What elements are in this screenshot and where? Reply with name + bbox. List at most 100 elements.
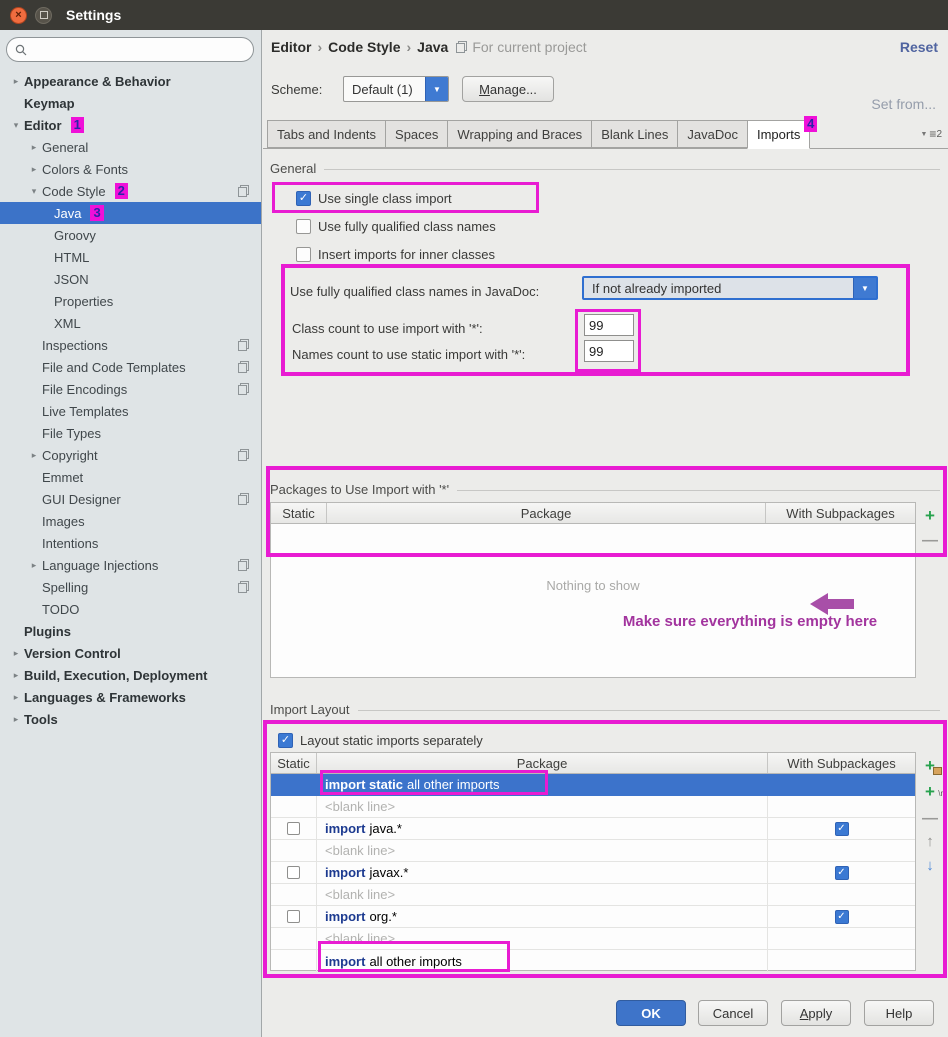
help-button[interactable]: Help <box>864 1000 934 1026</box>
remove-row-button[interactable]: — <box>920 810 940 828</box>
right-arrow-icon[interactable]: ▸ <box>10 714 22 725</box>
sidebar-item-languages-frameworks[interactable]: ▸Languages & Frameworks <box>0 686 261 708</box>
scheme-select[interactable]: Default (1) ▼ <box>343 76 449 102</box>
layout-static-imports-checkbox[interactable] <box>278 733 293 748</box>
sidebar-item-plugins[interactable]: Plugins <box>0 620 261 642</box>
add-package-button[interactable]: + <box>920 507 940 525</box>
settings-search-box[interactable] <box>6 37 254 62</box>
sidebar-item-todo[interactable]: TODO <box>0 598 261 620</box>
sidebar-item-inspections[interactable]: Inspections <box>0 334 261 356</box>
settings-search-input[interactable] <box>32 41 253 58</box>
import-layout-row[interactable]: importjava.* <box>271 818 915 840</box>
move-up-button[interactable]: ↑ <box>920 832 940 850</box>
tab-tabs-and-indents[interactable]: Tabs and Indents <box>267 120 386 148</box>
use-fully-qualified-class-names-checkbox[interactable] <box>296 219 311 234</box>
import-layout-row[interactable]: importorg.* <box>271 906 915 928</box>
add-blank-line-button[interactable]: +\n <box>920 783 940 801</box>
manage-button[interactable]: Manage... <box>462 76 554 102</box>
tab-imports[interactable]: Imports4 <box>747 120 810 149</box>
packages-table[interactable]: Static Package With Subpackages Nothing … <box>270 502 916 678</box>
with-subpackages-checkbox[interactable] <box>835 866 849 880</box>
sidebar-item-editor[interactable]: ▾Editor1 <box>0 114 261 136</box>
sidebar-item-properties[interactable]: Properties <box>0 290 261 312</box>
right-arrow-icon[interactable]: ▸ <box>10 692 22 703</box>
remove-package-button[interactable]: — <box>920 532 940 550</box>
layout-static-imports-row[interactable]: Layout static imports separately <box>278 730 483 750</box>
tab-blank-lines[interactable]: Blank Lines <box>591 120 678 148</box>
breadcrumb-code-style[interactable]: Code Style <box>328 39 400 55</box>
checkbox-row-insert-imports-for-inner-classes[interactable]: Insert imports for inner classes <box>296 244 496 264</box>
set-from-link[interactable]: Set from... <box>871 96 936 112</box>
insert-imports-for-inner-classes-checkbox[interactable] <box>296 247 311 262</box>
sidebar-item-images[interactable]: Images <box>0 510 261 532</box>
sidebar-item-appearance-behavior[interactable]: ▸Appearance & Behavior <box>0 70 261 92</box>
static-checkbox[interactable] <box>287 822 300 835</box>
sidebar-item-language-injections[interactable]: ▸Language Injections <box>0 554 261 576</box>
names-count-input[interactable] <box>584 340 634 362</box>
breadcrumb-editor[interactable]: Editor <box>271 39 311 55</box>
right-arrow-icon[interactable]: ▸ <box>28 560 40 571</box>
right-arrow-icon[interactable]: ▸ <box>28 164 40 175</box>
sidebar-item-keymap[interactable]: Keymap <box>0 92 261 114</box>
move-down-button[interactable]: ↓ <box>920 856 940 874</box>
sidebar-item-version-control[interactable]: ▸Version Control <box>0 642 261 664</box>
checkbox-row-use-fully-qualified-class-names[interactable]: Use fully qualified class names <box>296 216 496 236</box>
javadoc-fqn-select[interactable]: If not already imported ▼ <box>582 276 878 300</box>
right-arrow-icon[interactable]: ▸ <box>10 76 22 87</box>
sidebar-item-build-execution-deployment[interactable]: ▸Build, Execution, Deployment <box>0 664 261 686</box>
sidebar-item-file-types[interactable]: File Types <box>0 422 261 444</box>
apply-button[interactable]: Apply <box>781 1000 851 1026</box>
cancel-button[interactable]: Cancel <box>698 1000 768 1026</box>
import-layout-row[interactable]: <blank line> <box>271 928 915 950</box>
use-single-class-import-checkbox[interactable] <box>296 191 311 206</box>
sidebar-item-file-and-code-templates[interactable]: File and Code Templates <box>0 356 261 378</box>
sidebar-item-groovy[interactable]: Groovy <box>0 224 261 246</box>
tab-javadoc[interactable]: JavaDoc <box>677 120 748 148</box>
sidebar-item-live-templates[interactable]: Live Templates <box>0 400 261 422</box>
sidebar-item-spelling[interactable]: Spelling <box>0 576 261 598</box>
static-checkbox[interactable] <box>287 910 300 923</box>
import-layout-row[interactable]: import staticall other imports <box>271 774 915 796</box>
window-maximize-icon[interactable] <box>35 7 52 24</box>
checkbox-row-use-single-class-import[interactable]: Use single class import <box>296 188 496 208</box>
class-count-input[interactable] <box>584 314 634 336</box>
sidebar-item-json[interactable]: JSON <box>0 268 261 290</box>
sidebar-item-copyright[interactable]: ▸Copyright <box>0 444 261 466</box>
hidden-tabs-button[interactable]: ▼ ≡ 2 <box>920 127 942 141</box>
with-subpackages-checkbox[interactable] <box>835 822 849 836</box>
window-close-icon[interactable]: × <box>10 7 27 24</box>
right-arrow-icon[interactable]: ▸ <box>28 450 40 461</box>
sidebar-item-tools[interactable]: ▸Tools <box>0 708 261 730</box>
with-subpackages-checkbox[interactable] <box>835 910 849 924</box>
sidebar-item-code-style[interactable]: ▾Code Style2 <box>0 180 261 202</box>
import-layout-table[interactable]: Static Package With Subpackages import s… <box>270 752 916 971</box>
tab-wrapping-and-braces[interactable]: Wrapping and Braces <box>447 120 592 148</box>
sidebar-item-colors-fonts[interactable]: ▸Colors & Fonts <box>0 158 261 180</box>
sidebar-item-xml[interactable]: XML <box>0 312 261 334</box>
sidebar-item-java[interactable]: Java3 <box>0 202 261 224</box>
import-layout-row[interactable]: <blank line> <box>271 884 915 906</box>
import-layout-row[interactable]: <blank line> <box>271 796 915 818</box>
reset-link[interactable]: Reset <box>900 39 938 55</box>
sidebar-item-html[interactable]: HTML <box>0 246 261 268</box>
right-arrow-icon[interactable]: ▸ <box>10 670 22 681</box>
sidebar-item-emmet[interactable]: Emmet <box>0 466 261 488</box>
add-package-row-button[interactable]: + <box>920 757 940 775</box>
import-layout-row[interactable]: importall other imports <box>271 950 915 972</box>
chevron-down-icon[interactable]: ▼ <box>425 77 448 101</box>
import-layout-row[interactable]: importjavax.* <box>271 862 915 884</box>
chevron-down-icon[interactable]: ▼ <box>853 278 876 298</box>
down-arrow-icon[interactable]: ▾ <box>10 120 22 131</box>
right-arrow-icon[interactable]: ▸ <box>28 142 40 153</box>
down-arrow-icon[interactable]: ▾ <box>28 186 40 197</box>
tab-spaces[interactable]: Spaces <box>385 120 448 148</box>
sidebar-item-general[interactable]: ▸General <box>0 136 261 158</box>
sidebar-item-gui-designer[interactable]: GUI Designer <box>0 488 261 510</box>
sidebar-item-label: TODO <box>42 602 79 617</box>
static-checkbox[interactable] <box>287 866 300 879</box>
sidebar-item-intentions[interactable]: Intentions <box>0 532 261 554</box>
right-arrow-icon[interactable]: ▸ <box>10 648 22 659</box>
import-layout-row[interactable]: <blank line> <box>271 840 915 862</box>
sidebar-item-file-encodings[interactable]: File Encodings <box>0 378 261 400</box>
ok-button[interactable]: OK <box>616 1000 686 1026</box>
